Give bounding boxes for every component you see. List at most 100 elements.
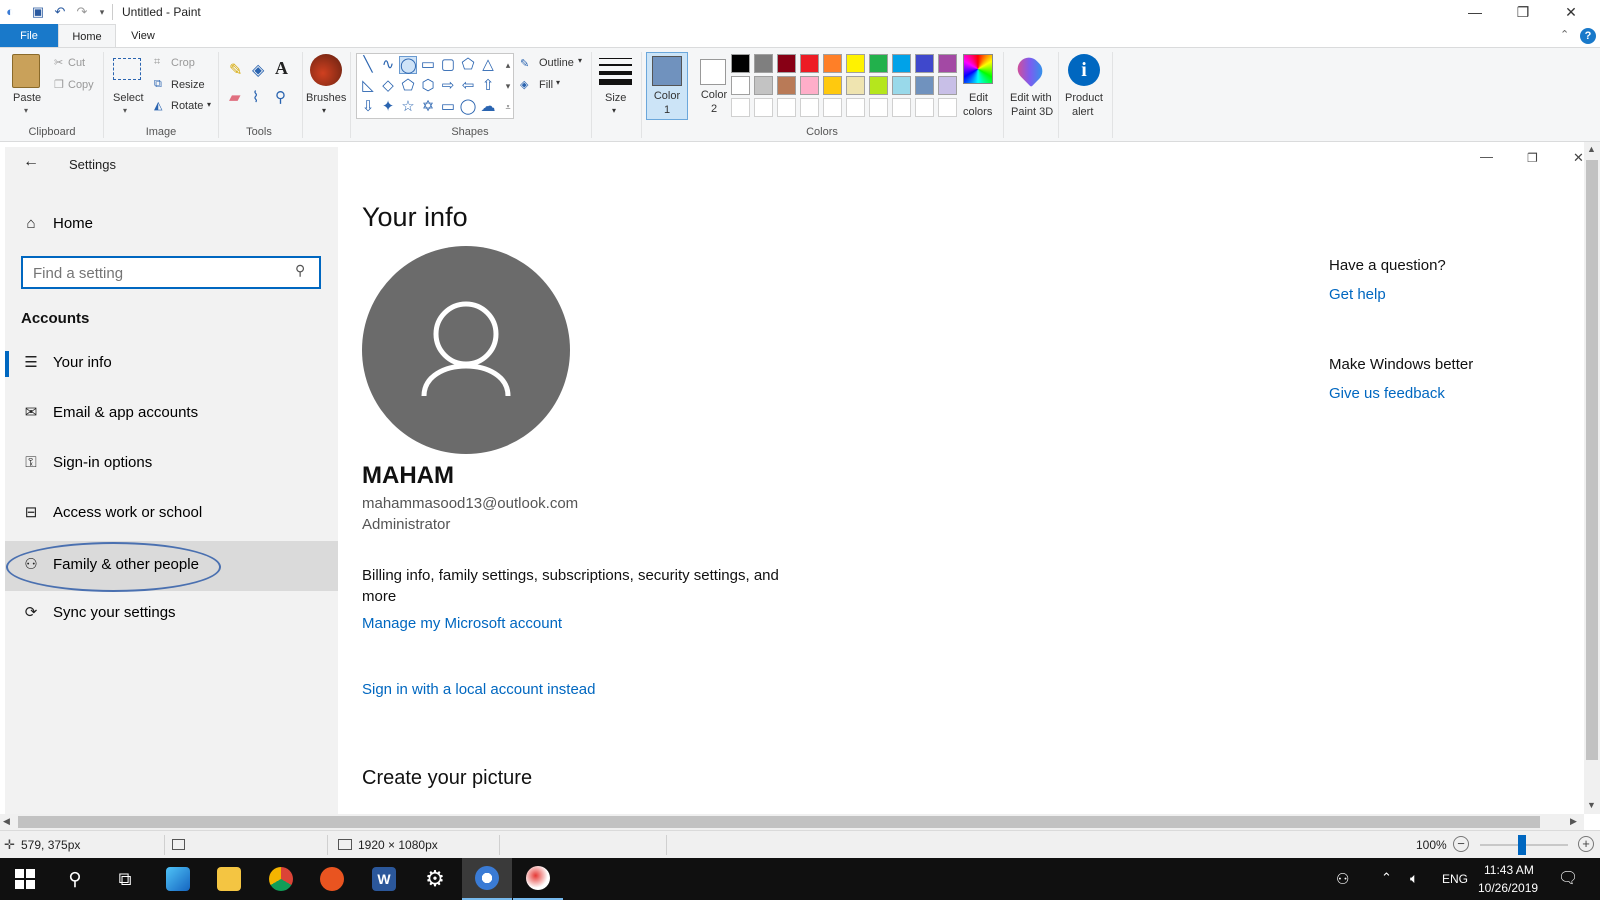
paint3d-icon[interactable]	[1013, 53, 1047, 87]
palette-swatch[interactable]	[915, 76, 934, 95]
undo-icon[interactable]: ↶	[52, 4, 68, 20]
custom-color-slot[interactable]	[777, 98, 796, 117]
palette-swatch[interactable]	[823, 54, 842, 73]
pentagon-shape-icon[interactable]: ⬠	[399, 77, 417, 95]
brushes-dropdown-icon[interactable]: ▾	[322, 106, 326, 115]
sidebar-item-sync-settings[interactable]: ⟳ Sync your settings	[5, 591, 338, 637]
cloud-callout-shape-icon[interactable]: ☁	[479, 98, 497, 116]
tab-view[interactable]: View	[118, 24, 168, 48]
paint3d-label-2[interactable]: Paint 3D	[1011, 106, 1053, 118]
custom-color-slot[interactable]	[800, 98, 819, 117]
start-button[interactable]	[0, 858, 50, 900]
palette-swatch[interactable]	[754, 54, 773, 73]
palette-swatch[interactable]	[777, 76, 796, 95]
size-dropdown-icon[interactable]: ▾	[612, 106, 616, 115]
rounded-callout-shape-icon[interactable]: ▭	[439, 98, 457, 116]
scroll-right-icon[interactable]: ▶	[1570, 816, 1577, 827]
crop-button[interactable]: Crop	[171, 57, 195, 69]
oval-callout-shape-icon[interactable]: ◯	[459, 98, 477, 116]
custom-color-slot[interactable]	[892, 98, 911, 117]
tab-file[interactable]: File	[0, 24, 58, 48]
custom-color-slot[interactable]	[823, 98, 842, 117]
show-hidden-icons-chevron-icon[interactable]: ⌃	[1381, 870, 1392, 886]
close-button[interactable]: ✕	[1548, 0, 1594, 24]
sidebar-item-access-work-school[interactable]: ⊟ Access work or school	[5, 491, 338, 537]
paste-button[interactable]: Paste	[13, 92, 41, 104]
palette-swatch[interactable]	[800, 54, 819, 73]
fill-dropdown-icon[interactable]: ▾	[556, 78, 560, 87]
paint-app-icon[interactable]: ◐	[2, 4, 18, 20]
sidebar-item-family-other-people[interactable]: ⚇ Family & other people	[5, 541, 338, 592]
search-box[interactable]: ⚲	[21, 256, 321, 289]
hexagon-shape-icon[interactable]: ⬡	[419, 77, 437, 95]
text-tool-icon[interactable]: A	[275, 58, 288, 79]
size-icon[interactable]	[599, 56, 632, 86]
brushes-button[interactable]: Brushes	[306, 92, 346, 104]
palette-swatch[interactable]	[938, 76, 957, 95]
custom-color-slot[interactable]	[846, 98, 865, 117]
search-taskbar-button[interactable]: ⚲	[50, 858, 100, 900]
local-account-link[interactable]: Sign in with a local account instead	[362, 681, 595, 698]
fill-bucket-icon[interactable]: ◈	[252, 60, 264, 80]
copy-button[interactable]: Copy	[68, 79, 94, 91]
custom-color-slot[interactable]	[869, 98, 888, 117]
avatar[interactable]	[362, 246, 570, 454]
zoom-slider-thumb[interactable]	[1518, 835, 1526, 855]
curve-shape-icon[interactable]: ∿	[379, 56, 397, 74]
taskbar-app-file-explorer[interactable]	[204, 858, 254, 900]
four-point-star-shape-icon[interactable]: ✦	[379, 98, 397, 116]
palette-swatch[interactable]	[754, 76, 773, 95]
palette-swatch[interactable]	[869, 76, 888, 95]
edit-colors-label-1[interactable]: Edit	[969, 92, 988, 104]
scroll-down-icon[interactable]: ▼	[1587, 800, 1596, 810]
scroll-left-icon[interactable]: ◀	[3, 816, 10, 827]
scroll-up-icon[interactable]: ▲	[1587, 144, 1596, 154]
horizontal-scroll-thumb[interactable]	[18, 816, 1540, 828]
vertical-scroll-thumb[interactable]	[1586, 160, 1598, 760]
palette-swatch[interactable]	[800, 76, 819, 95]
vertical-scrollbar[interactable]: ▲ ▼	[1584, 142, 1600, 814]
zoom-out-button[interactable]: −	[1453, 836, 1469, 852]
palette-swatch[interactable]	[731, 76, 750, 95]
eraser-icon[interactable]: ▰	[229, 88, 241, 106]
color2-button[interactable]: Color 2	[695, 52, 735, 120]
custom-color-slot[interactable]	[938, 98, 957, 117]
task-view-button[interactable]: ⧉	[100, 858, 150, 900]
product-alert-label-2[interactable]: alert	[1072, 106, 1093, 118]
five-point-star-shape-icon[interactable]: ☆	[399, 98, 417, 116]
outline-dropdown-icon[interactable]: ▾	[578, 56, 582, 65]
palette-swatch[interactable]	[869, 54, 888, 73]
taskbar-app-remote[interactable]	[153, 858, 203, 900]
custom-color-slot[interactable]	[754, 98, 773, 117]
palette-swatch[interactable]	[846, 76, 865, 95]
shapes-expand-icon[interactable]: ⩡	[499, 98, 517, 116]
fill-button[interactable]: Fill	[539, 79, 553, 91]
maximize-button[interactable]: ❐	[1500, 0, 1546, 24]
cut-button[interactable]: Cut	[68, 57, 85, 69]
taskbar-app-settings[interactable]: ⚙	[410, 858, 460, 900]
notifications-icon[interactable]: 🗨︎	[1558, 868, 1578, 888]
feedback-link[interactable]: Give us feedback	[1329, 385, 1445, 402]
left-arrow-shape-icon[interactable]: ⇦	[459, 77, 477, 95]
taskbar-app-paint[interactable]	[462, 858, 512, 900]
paste-icon[interactable]	[12, 54, 40, 88]
custom-color-slot[interactable]	[731, 98, 750, 117]
custom-color-slot[interactable]	[915, 98, 934, 117]
up-arrow-shape-icon[interactable]: ⇧	[479, 77, 497, 95]
pencil-icon[interactable]: ✎	[229, 60, 242, 80]
shapes-gallery[interactable]: ╲ ∿ ◯ ▭ ▢ ⬠ △ ◺ ◇ ⬠ ⬡ ⇨ ⇦ ⇧ ⇩ ✦ ☆ ✡ ▭ ◯ …	[356, 53, 514, 119]
settings-maximize-button[interactable]: ❐	[1527, 151, 1538, 165]
minimize-button[interactable]: —	[1452, 0, 1498, 24]
taskbar-app-chrome[interactable]	[256, 858, 306, 900]
back-arrow-icon[interactable]: ←	[23, 153, 39, 171]
info-icon[interactable]: i	[1068, 54, 1100, 86]
clock-time[interactable]: 11:43 AM	[1484, 863, 1534, 877]
sidebar-item-your-info[interactable]: ☰ Your info	[5, 341, 338, 387]
oval-shape-icon[interactable]: ◯	[399, 56, 417, 74]
sidebar-item-sign-in-options[interactable]: ⚿ Sign-in options	[5, 441, 338, 487]
rotate-dropdown-icon[interactable]: ▾	[207, 100, 211, 109]
palette-swatch[interactable]	[846, 54, 865, 73]
rotate-button[interactable]: Rotate	[171, 100, 203, 112]
save-icon[interactable]: ▣	[30, 4, 46, 20]
select-icon[interactable]	[113, 58, 141, 80]
